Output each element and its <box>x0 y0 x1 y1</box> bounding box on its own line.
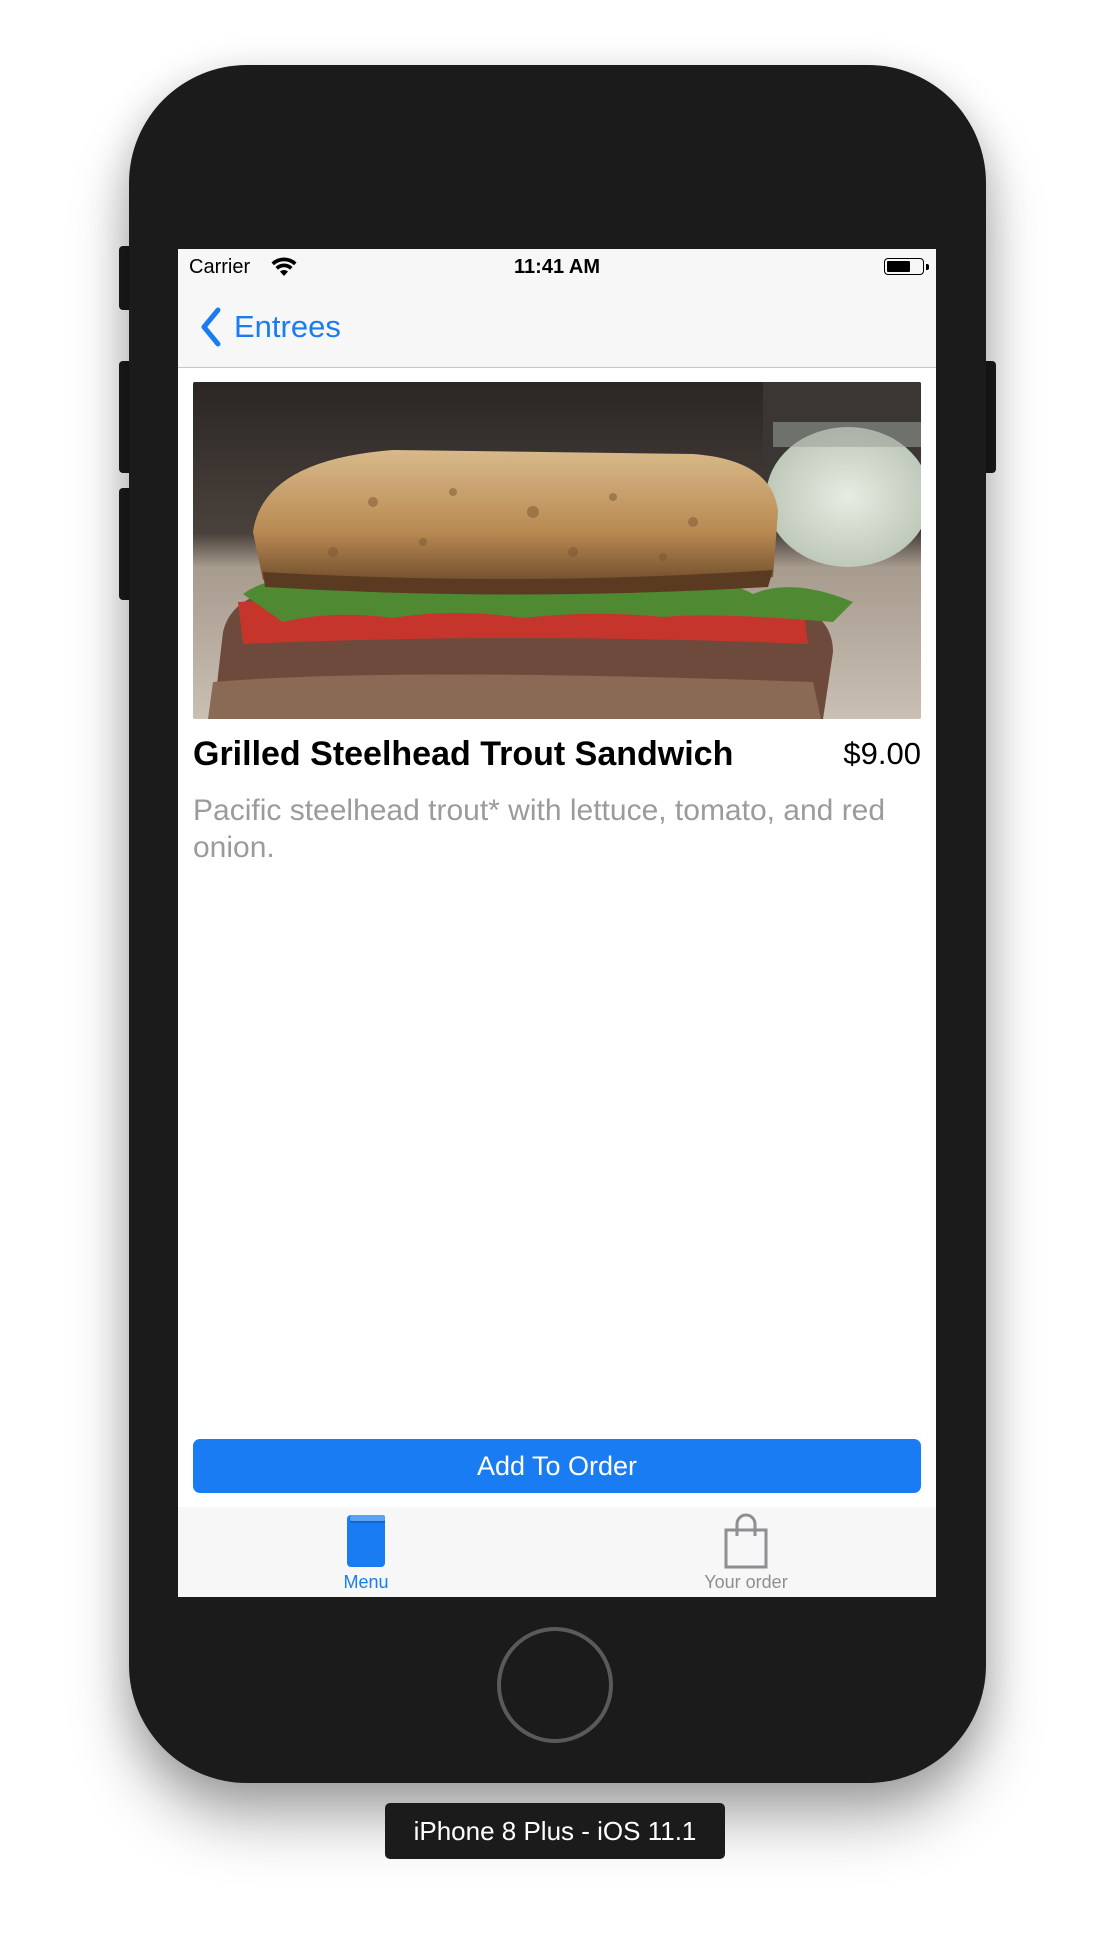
sandwich-image <box>193 382 921 719</box>
status-bar: Carrier 11:41 AM <box>178 249 936 287</box>
tab-menu-label: Menu <box>343 1572 389 1592</box>
item-name: Grilled Steelhead Trout Sandwich <box>193 735 734 773</box>
shopping-bag-icon <box>724 1513 768 1569</box>
battery-level <box>887 261 910 272</box>
back-button-label: Entrees <box>234 309 341 344</box>
navigation-bar: Entrees <box>178 287 936 368</box>
simulator-stage: Carrier 11:41 AM Entrees Grilled Steelhe… <box>0 0 1114 1942</box>
add-to-order-button[interactable]: Add To Order <box>193 1439 921 1493</box>
simulator-device-label: iPhone 8 Plus - iOS 11.1 <box>385 1803 725 1859</box>
phone-screen: Carrier 11:41 AM Entrees Grilled Steelhe… <box>178 249 936 1597</box>
tab-your-order-label: Your order <box>704 1572 788 1592</box>
status-time: 11:41 AM <box>514 256 600 278</box>
item-price: $9.00 <box>843 736 921 771</box>
item-description: Pacific steelhead trout* with lettuce, t… <box>193 794 886 864</box>
tab-bar: Menu Your order <box>178 1507 936 1597</box>
book-icon <box>347 1515 385 1567</box>
back-button[interactable]: Entrees <box>200 305 341 349</box>
tab-your-order[interactable]: Your order <box>656 1507 836 1597</box>
tab-menu[interactable]: Menu <box>276 1507 456 1597</box>
home-button[interactable] <box>497 1627 613 1743</box>
battery-tip <box>926 264 929 270</box>
item-photo <box>193 382 921 719</box>
chevron-left-icon <box>201 307 221 347</box>
battery-icon <box>884 258 929 275</box>
